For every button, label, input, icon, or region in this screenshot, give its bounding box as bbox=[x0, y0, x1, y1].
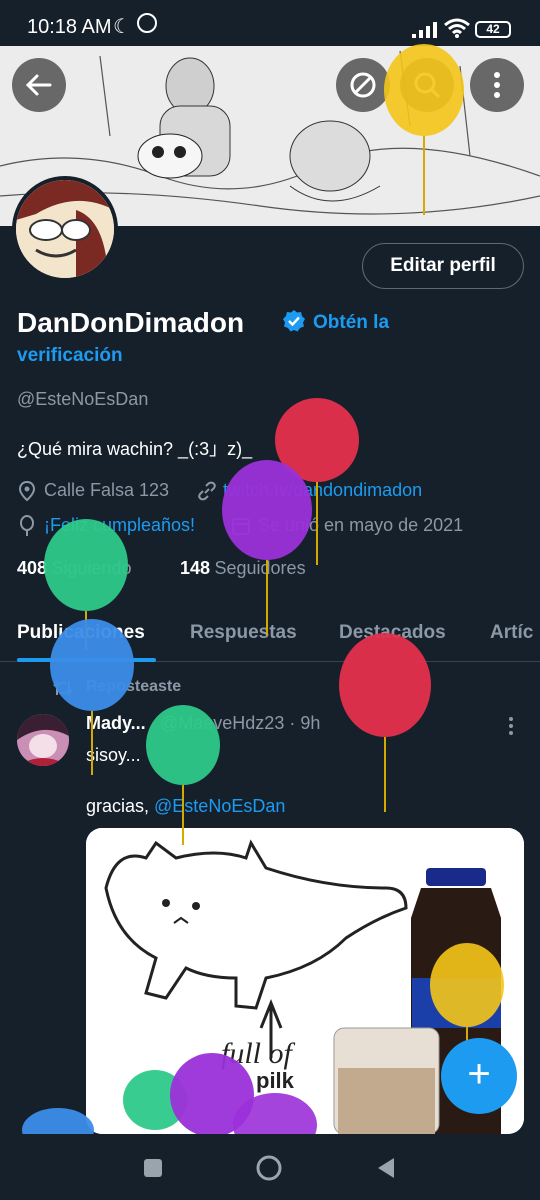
edit-profile-button[interactable]: Editar perfil bbox=[362, 243, 524, 289]
signal-icon bbox=[412, 22, 437, 38]
post-text-line2: gracias, @EsteNoEsDan bbox=[86, 796, 285, 817]
following-label: Siguiendo bbox=[51, 558, 132, 578]
avatar-illustration bbox=[16, 180, 114, 278]
battery-icon: 42 bbox=[475, 21, 511, 38]
image-caption-pilk: pilk bbox=[256, 1068, 295, 1093]
calendar-icon bbox=[232, 518, 250, 535]
system-nav-bar bbox=[0, 1134, 540, 1200]
recents-icon[interactable] bbox=[143, 1158, 163, 1178]
following-count: 408 bbox=[17, 558, 48, 578]
display-name: DanDonDimadon bbox=[17, 307, 245, 338]
link-icon bbox=[198, 481, 216, 501]
followers-count: 148 bbox=[180, 558, 211, 578]
post-mention-link[interactable]: @EsteNoEsDan bbox=[154, 796, 285, 816]
location-icon bbox=[18, 480, 36, 502]
post-handle-time: @MaeveHdz23 · 9h bbox=[160, 713, 321, 733]
moon-icon: ☾ bbox=[113, 16, 131, 38]
get-verified-link[interactable]: Obtén la bbox=[313, 312, 389, 334]
status-bar: 10:18 AM ☾ 42 bbox=[0, 0, 540, 46]
profile-tabs: Publicaciones Respuestas Destacados Artí… bbox=[0, 600, 540, 662]
followers-stat[interactable]: 148 Seguidores bbox=[180, 558, 306, 579]
wifi-icon bbox=[444, 18, 470, 38]
more-vertical-icon bbox=[494, 72, 500, 98]
birthday-link[interactable]: ¡Feliz cumpleaños! bbox=[44, 515, 195, 536]
repost-label: Reposteaste bbox=[86, 678, 182, 695]
tab-respuestas[interactable]: Respuestas bbox=[190, 622, 297, 644]
balloon-icon bbox=[20, 515, 34, 536]
profile-avatar[interactable] bbox=[12, 176, 118, 282]
post-avatar-illustration bbox=[17, 714, 69, 766]
search-icon bbox=[414, 72, 441, 99]
back-nav-icon[interactable] bbox=[376, 1156, 396, 1180]
status-time: 10:18 AM bbox=[27, 16, 112, 38]
tab-articulos[interactable]: Artíc bbox=[490, 622, 533, 644]
post-author-avatar[interactable] bbox=[17, 714, 69, 766]
post-text-line1: sisoy... bbox=[86, 745, 141, 765]
search-button[interactable] bbox=[400, 58, 454, 112]
post-more-icon[interactable] bbox=[505, 716, 517, 736]
block-icon bbox=[350, 72, 376, 98]
home-icon[interactable] bbox=[255, 1154, 283, 1182]
verified-badge-icon bbox=[283, 310, 305, 332]
image-caption-full-of: full of bbox=[221, 1037, 296, 1070]
repost-icon bbox=[53, 680, 73, 696]
arrow-left-icon bbox=[25, 74, 52, 96]
profile-bio: ¿Qué mira wachin? _(:3」z)_ bbox=[17, 439, 253, 459]
get-verified-link-cont[interactable]: verificación bbox=[17, 345, 123, 367]
alarm-icon bbox=[137, 13, 157, 33]
profile-website-link[interactable]: twitch.tv/dandondimadon bbox=[223, 480, 422, 501]
more-button[interactable] bbox=[470, 58, 524, 112]
compose-fab-button[interactable]: + bbox=[441, 1038, 517, 1114]
post-author-name[interactable]: Mady... bbox=[86, 713, 146, 734]
profile-handle: @EsteNoEsDan bbox=[17, 389, 149, 409]
profile-location: Calle Falsa 123 bbox=[44, 480, 170, 500]
joined-date: Se unió en mayo de 2021 bbox=[258, 515, 464, 535]
post-text-thanks: gracias, bbox=[86, 796, 155, 816]
block-button[interactable] bbox=[336, 58, 390, 112]
back-button[interactable] bbox=[12, 58, 66, 112]
following-stat[interactable]: 408 Siguiendo bbox=[17, 558, 132, 579]
tab-destacados[interactable]: Destacados bbox=[339, 622, 446, 644]
active-tab-indicator bbox=[17, 658, 156, 662]
followers-label: Seguidores bbox=[214, 558, 306, 578]
tab-publicaciones[interactable]: Publicaciones bbox=[17, 622, 145, 644]
